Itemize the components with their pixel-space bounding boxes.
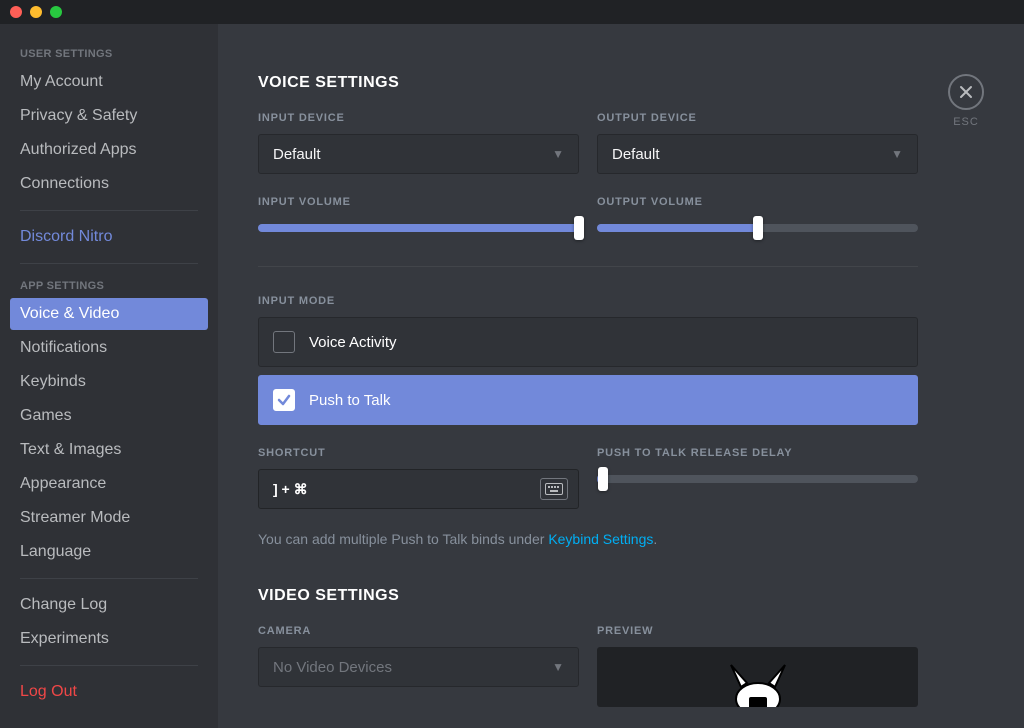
settings-content: ESC VOICE SETTINGS INPUT DEVICE Default … <box>218 24 1024 728</box>
preview-label: PREVIEW <box>597 625 918 637</box>
esc-label: ESC <box>948 116 984 128</box>
chevron-down-icon: ▼ <box>891 147 903 161</box>
chevron-down-icon: ▼ <box>552 660 564 674</box>
output-device-label: OUTPUT DEVICE <box>597 112 918 124</box>
keyboard-icon <box>540 478 568 500</box>
sidebar-item-logout[interactable]: Log Out <box>10 676 208 708</box>
mode-voice-activity-label: Voice Activity <box>309 334 397 351</box>
shortcut-value: ] + ⌘ <box>273 481 308 498</box>
camera-select[interactable]: No Video Devices ▼ <box>258 647 579 687</box>
sidebar-divider <box>20 665 198 666</box>
ptt-delay-label: PUSH TO TALK RELEASE DELAY <box>597 447 918 459</box>
shortcut-label: SHORTCUT <box>258 447 579 459</box>
output-device-value: Default <box>612 146 660 163</box>
output-volume-label: OUTPUT VOLUME <box>597 196 918 208</box>
sidebar-item-experiments[interactable]: Experiments <box>10 623 208 655</box>
close-settings-button[interactable] <box>948 74 984 110</box>
input-device-select[interactable]: Default ▼ <box>258 134 579 174</box>
voice-settings-heading: VOICE SETTINGS <box>258 74 918 92</box>
sidebar-item-appearance[interactable]: Appearance <box>10 468 208 500</box>
video-preview <box>597 647 918 707</box>
sidebar-header-user: USER SETTINGS <box>10 42 208 66</box>
close-icon <box>958 84 974 100</box>
sidebar-item-my-account[interactable]: My Account <box>10 66 208 98</box>
sidebar-item-change-log[interactable]: Change Log <box>10 589 208 621</box>
sidebar-item-language[interactable]: Language <box>10 536 208 568</box>
window-titlebar <box>0 0 1024 24</box>
sidebar-divider <box>20 210 198 211</box>
settings-sidebar: USER SETTINGS My AccountPrivacy & Safety… <box>0 24 218 728</box>
window-close-button[interactable] <box>10 6 22 18</box>
input-mode-push-to-talk[interactable]: Push to Talk <box>258 375 918 425</box>
input-device-label: INPUT DEVICE <box>258 112 579 124</box>
video-settings-heading: VIDEO SETTINGS <box>258 587 918 605</box>
sidebar-item-games[interactable]: Games <box>10 400 208 432</box>
divider <box>258 266 918 267</box>
sidebar-item-text-images[interactable]: Text & Images <box>10 434 208 466</box>
sidebar-item-keybinds[interactable]: Keybinds <box>10 366 208 398</box>
sidebar-item-authorized-apps[interactable]: Authorized Apps <box>10 134 208 166</box>
mode-push-to-talk-label: Push to Talk <box>309 392 390 409</box>
keybind-settings-link[interactable]: Keybind Settings <box>548 531 653 547</box>
input-mode-voice-activity[interactable]: Voice Activity <box>258 317 918 367</box>
window-zoom-button[interactable] <box>50 6 62 18</box>
input-mode-label: INPUT MODE <box>258 295 918 307</box>
camera-value: No Video Devices <box>273 659 392 676</box>
ptt-delay-slider[interactable] <box>597 469 918 489</box>
input-volume-label: INPUT VOLUME <box>258 196 579 208</box>
keybind-hint: You can add multiple Push to Talk binds … <box>258 531 918 547</box>
camera-label: CAMERA <box>258 625 579 637</box>
sidebar-item-notifications[interactable]: Notifications <box>10 332 208 364</box>
output-device-select[interactable]: Default ▼ <box>597 134 918 174</box>
sidebar-item-privacy-safety[interactable]: Privacy & Safety <box>10 100 208 132</box>
chevron-down-icon: ▼ <box>552 147 564 161</box>
input-device-value: Default <box>273 146 321 163</box>
sidebar-item-voice-video[interactable]: Voice & Video <box>10 298 208 330</box>
shortcut-input[interactable]: ] + ⌘ <box>258 469 579 509</box>
input-volume-slider[interactable] <box>258 218 579 238</box>
window-minimize-button[interactable] <box>30 6 42 18</box>
sidebar-item-streamer-mode[interactable]: Streamer Mode <box>10 502 208 534</box>
sidebar-item-nitro[interactable]: Discord Nitro <box>10 221 208 253</box>
output-volume-slider[interactable] <box>597 218 918 238</box>
sidebar-divider <box>20 578 198 579</box>
mascot-icon <box>713 657 803 707</box>
sidebar-item-connections[interactable]: Connections <box>10 168 208 200</box>
sidebar-divider <box>20 263 198 264</box>
sidebar-header-app: APP SETTINGS <box>10 274 208 298</box>
